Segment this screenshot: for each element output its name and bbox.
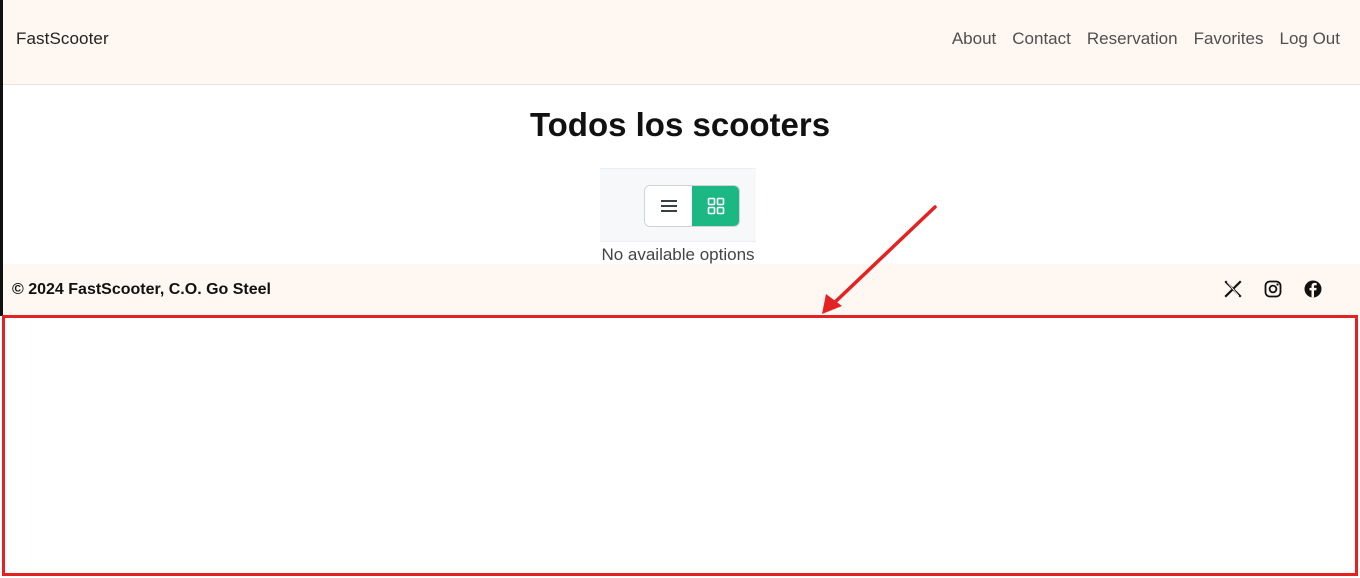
footer-copyright: © 2024 FastScooter, C.O. Go Steel xyxy=(12,281,271,298)
list-icon xyxy=(660,200,677,212)
view-toggle-panel xyxy=(600,168,756,242)
nav-link-contact[interactable]: Contact xyxy=(996,29,1071,49)
footer: © 2024 FastScooter, C.O. Go Steel xyxy=(3,264,1360,316)
view-toggle-group xyxy=(644,185,740,227)
nav-link-about[interactable]: About xyxy=(952,29,996,49)
navbar: FastScooter About Contact Reservation Fa… xyxy=(3,0,1360,85)
annotation-highlight-box xyxy=(2,315,1358,576)
facebook-icon[interactable] xyxy=(1303,279,1323,299)
nav-links: About Contact Reservation Favorites Log … xyxy=(952,29,1340,49)
page-title: Todos los scooters xyxy=(529,106,831,143)
page: FastScooter About Contact Reservation Fa… xyxy=(0,0,1360,578)
nav-link-logout[interactable]: Log Out xyxy=(1264,29,1341,49)
nav-link-favorites[interactable]: Favorites xyxy=(1178,29,1264,49)
brand-logo[interactable]: FastScooter xyxy=(16,29,109,49)
x-icon[interactable] xyxy=(1223,279,1243,299)
nav-link-reservation[interactable]: Reservation xyxy=(1071,29,1178,49)
list-view-button[interactable] xyxy=(645,186,692,226)
grid-icon xyxy=(707,197,724,215)
grid-view-button[interactable] xyxy=(692,186,739,226)
instagram-icon[interactable] xyxy=(1263,279,1283,299)
empty-state-message: No available options xyxy=(601,245,755,264)
